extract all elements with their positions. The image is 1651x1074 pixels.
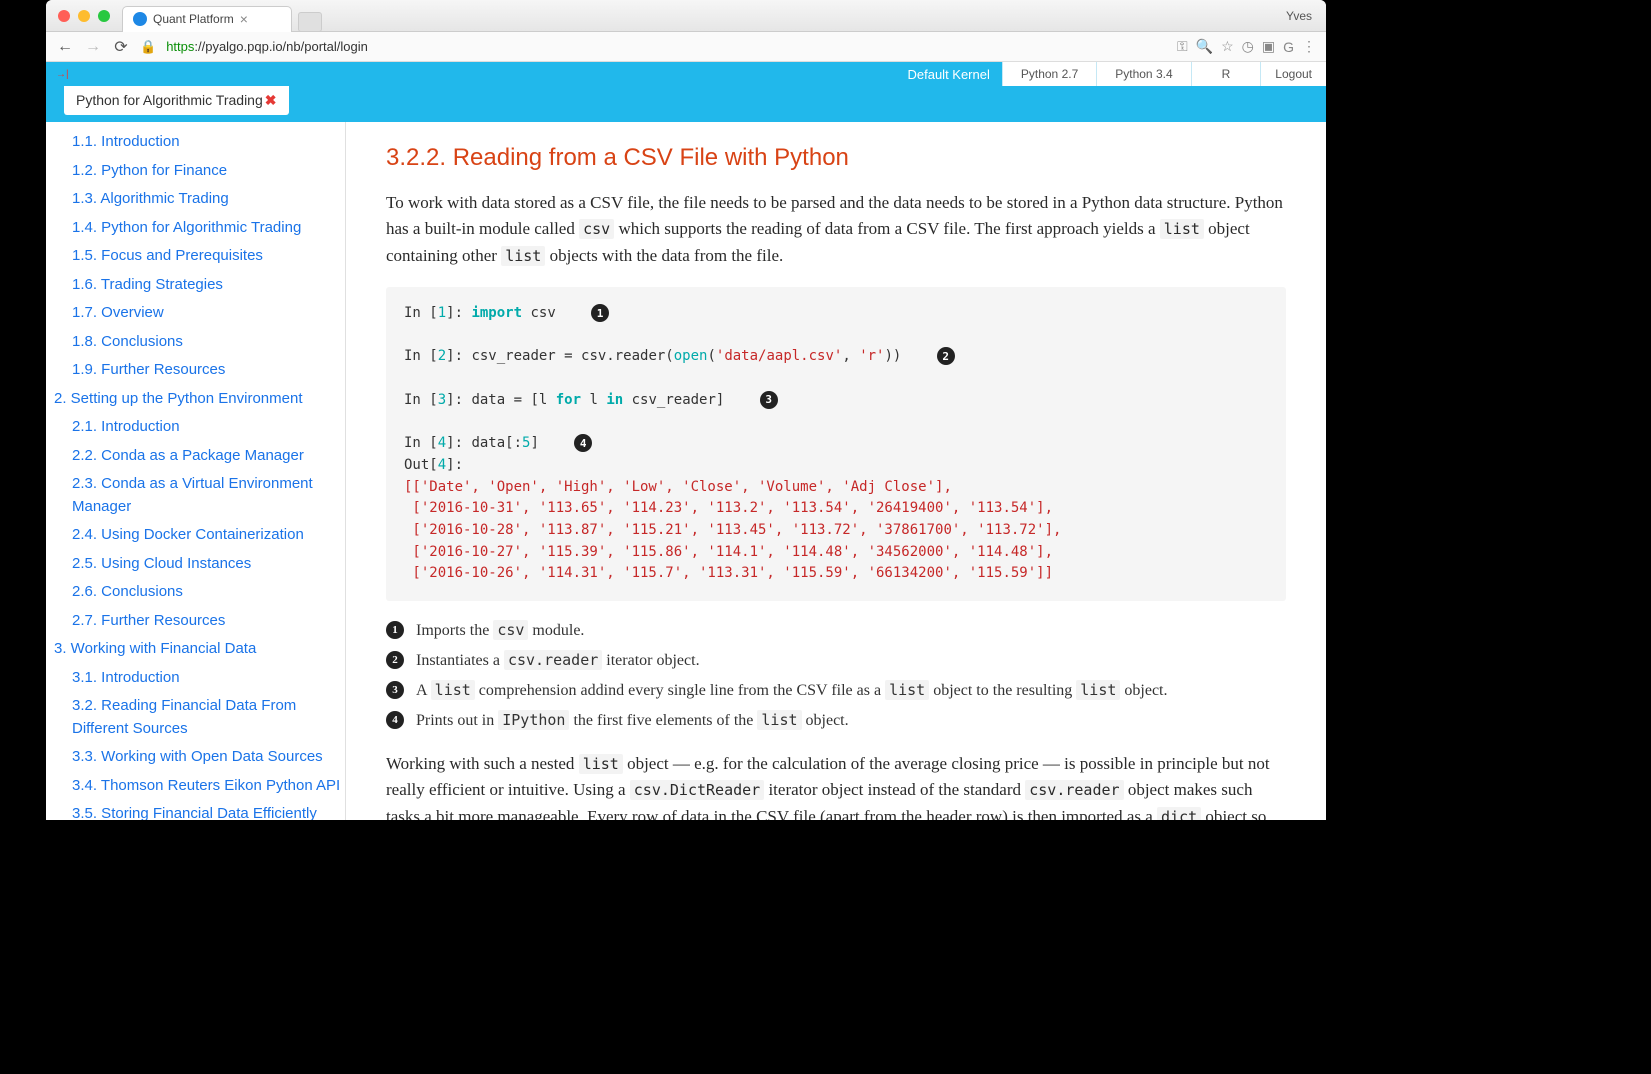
toc-link[interactable]: 2.5. Using Cloud Instances <box>54 550 345 579</box>
notebook-tab-label: Python for Algorithmic Trading <box>76 92 263 108</box>
kernel-r-button[interactable]: R <box>1191 62 1261 86</box>
browser-window: Quant Platform × Yves ← → ⟳ 🔒 https://py… <box>46 0 1326 820</box>
key-icon[interactable]: ⚿ <box>1177 38 1188 55</box>
toc-link[interactable]: 1.2. Python for Finance <box>54 157 345 186</box>
tab-title: Quant Platform <box>153 12 234 26</box>
zoom-icon[interactable]: 🔍 <box>1196 38 1213 55</box>
toc-link[interactable]: 2.1. Introduction <box>54 413 345 442</box>
callout-list: 1Imports the csv module. 2Instantiates a… <box>386 619 1286 733</box>
callout-2-badge: 2 <box>937 347 955 365</box>
toc-link[interactable]: 2.4. Using Docker Containerization <box>54 521 345 550</box>
toc-link[interactable]: 1.9. Further Resources <box>54 356 345 385</box>
address-bar: ← → ⟳ 🔒 https://pyalgo.pqp.io/nb/portal/… <box>46 32 1326 62</box>
toc-link[interactable]: 2.6. Conclusions <box>54 578 345 607</box>
lock-icon: 🔒 <box>140 39 156 55</box>
app-topbar: →| Default Kernel Python 2.7 Python 3.4 … <box>46 62 1326 86</box>
favicon-icon <box>133 12 147 26</box>
callout-4-badge: 4 <box>574 434 592 452</box>
kernel-python34-button[interactable]: Python 3.4 <box>1096 62 1190 86</box>
close-window-icon[interactable] <box>58 10 70 22</box>
toc-link[interactable]: 1.3. Algorithmic Trading <box>54 185 345 214</box>
code-inline: csv <box>579 219 614 239</box>
tab-strip: Quant Platform × <box>122 0 1286 32</box>
notebook-tab[interactable]: Python for Algorithmic Trading✖ <box>64 86 289 115</box>
menu-icon[interactable]: ⋮ <box>1302 38 1316 55</box>
toc-sidebar[interactable]: 1.1. Introduction1.2. Python for Finance… <box>46 122 346 820</box>
kernel-python27-button[interactable]: Python 2.7 <box>1002 62 1096 86</box>
callout-item: 3A list comprehension addind every singl… <box>386 679 1286 703</box>
toc-link[interactable]: 2.7. Further Resources <box>54 607 345 636</box>
code-cell: In [1]: import csv 1 In [2]: csv_reader … <box>386 287 1286 601</box>
toc-link[interactable]: 2. Setting up the Python Environment <box>54 385 345 414</box>
ext3-icon[interactable]: G <box>1283 39 1294 55</box>
titlebar: Quant Platform × Yves <box>46 0 1326 32</box>
toc-link[interactable]: 1.1. Introduction <box>54 128 345 157</box>
toc-link[interactable]: 3. Working with Financial Data <box>54 635 345 664</box>
main-content[interactable]: 3.2.2. Reading from a CSV File with Pyth… <box>346 122 1326 820</box>
forward-icon: → <box>84 38 102 56</box>
callout-3-badge: 3 <box>760 391 778 409</box>
toc-link[interactable]: 3.5. Storing Financial Data Efficiently <box>54 800 345 820</box>
ext2-icon[interactable]: ▣ <box>1262 38 1275 55</box>
toc-link[interactable]: 2.3. Conda as a Virtual Environment Mana… <box>54 470 345 521</box>
profile-label[interactable]: Yves <box>1286 9 1326 23</box>
paragraph-2: Working with such a nested list object —… <box>386 751 1286 820</box>
close-tab-icon[interactable]: × <box>240 11 248 27</box>
back-icon[interactable]: ← <box>56 38 74 56</box>
toc-link[interactable]: 3.3. Working with Open Data Sources <box>54 743 345 772</box>
callout-1-badge: 1 <box>591 304 609 322</box>
toc-link[interactable]: 1.5. Focus and Prerequisites <box>54 242 345 271</box>
paragraph-1: To work with data stored as a CSV file, … <box>386 190 1286 269</box>
toc-link[interactable]: 1.8. Conclusions <box>54 328 345 357</box>
callout-item: 4Prints out in IPython the first five el… <box>386 709 1286 733</box>
toc-link[interactable]: 3.1. Introduction <box>54 664 345 693</box>
minimize-window-icon[interactable] <box>78 10 90 22</box>
notebook-tabbar: Python for Algorithmic Trading✖ <box>46 86 1326 122</box>
new-tab-button[interactable] <box>298 12 322 32</box>
section-heading: 3.2.2. Reading from a CSV File with Pyth… <box>386 144 1286 172</box>
toc-link[interactable]: 2.2. Conda as a Package Manager <box>54 442 345 471</box>
code-inline: list <box>501 246 545 266</box>
toggle-left-icon[interactable]: →| <box>56 69 69 80</box>
toc-link[interactable]: 1.6. Trading Strategies <box>54 271 345 300</box>
toc-link[interactable]: 3.2. Reading Financial Data From Differe… <box>54 692 345 743</box>
url-field[interactable]: https://pyalgo.pqp.io/nb/portal/login <box>166 39 1167 54</box>
address-actions: ⚿ 🔍 ☆ ◷ ▣ G ⋮ <box>1177 38 1316 55</box>
toc-link[interactable]: 1.7. Overview <box>54 299 345 328</box>
code-inline: list <box>1160 219 1204 239</box>
reload-icon[interactable]: ⟳ <box>112 37 130 57</box>
logout-button[interactable]: Logout <box>1260 62 1326 86</box>
toc-link[interactable]: 3.4. Thomson Reuters Eikon Python API <box>54 772 345 801</box>
close-notebook-icon[interactable]: ✖ <box>265 92 277 108</box>
default-kernel-label: Default Kernel <box>895 67 1001 82</box>
window-controls <box>46 10 110 22</box>
maximize-window-icon[interactable] <box>98 10 110 22</box>
callout-item: 1Imports the csv module. <box>386 619 1286 643</box>
toc-link[interactable]: 1.4. Python for Algorithmic Trading <box>54 214 345 243</box>
star-icon[interactable]: ☆ <box>1221 38 1234 55</box>
callout-item: 2Instantiates a csv.reader iterator obje… <box>386 649 1286 673</box>
content-area: 1.1. Introduction1.2. Python for Finance… <box>46 122 1326 820</box>
browser-tab[interactable]: Quant Platform × <box>122 6 292 32</box>
ext1-icon[interactable]: ◷ <box>1242 38 1254 55</box>
